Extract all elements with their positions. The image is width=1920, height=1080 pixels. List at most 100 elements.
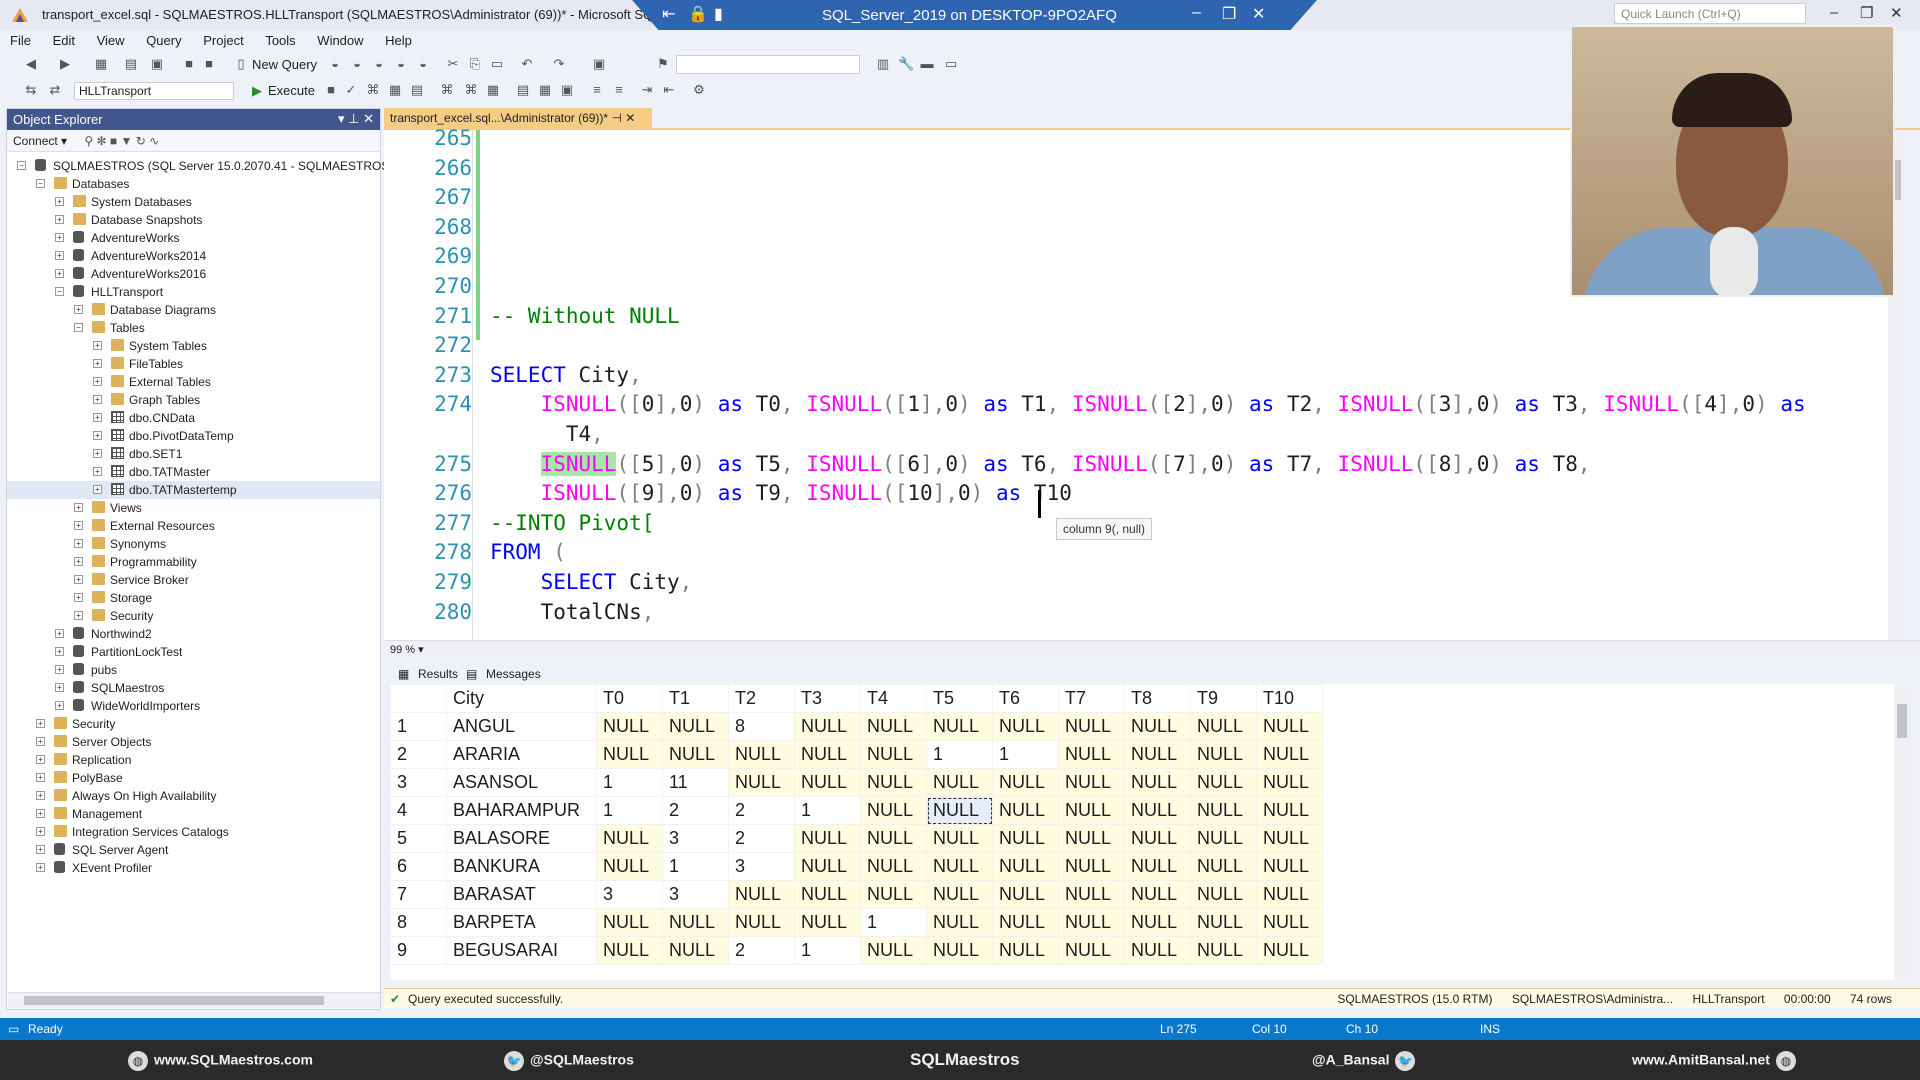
toolbox-icon[interactable]: ▬ — [920, 57, 934, 71]
new-project-icon[interactable]: ▦ — [94, 57, 108, 71]
expand-icon[interactable]: + — [74, 611, 83, 620]
value-cell[interactable]: 1 — [860, 908, 927, 937]
lock-icon[interactable]: 🔒 — [688, 4, 708, 24]
expand-icon[interactable]: + — [93, 395, 102, 404]
value-cell[interactable]: NULL — [794, 908, 861, 937]
code-line[interactable]: ISNULL([5],0) as T5, ISNULL([6],0) as T6… — [490, 450, 1591, 479]
value-cell[interactable]: NULL — [992, 768, 1059, 797]
value-cell[interactable]: NULL — [1190, 768, 1257, 797]
value-cell[interactable]: NULL — [1190, 796, 1257, 825]
properties-icon[interactable]: ▥ — [876, 57, 890, 71]
value-cell[interactable]: NULL — [992, 796, 1059, 825]
value-cell[interactable]: NULL — [1190, 712, 1257, 741]
results-grid[interactable]: City T0 T1 T2 T3 T4 T5 T6 T7 T8 T9 T10 1 ANGUL NULL NUL… — [390, 684, 1910, 980]
city-cell[interactable]: BEGUSARAI — [446, 936, 597, 965]
value-cell[interactable]: NULL — [1124, 936, 1191, 965]
tree-node[interactable]: + Views — [7, 499, 380, 517]
value-cell[interactable]: NULL — [1058, 768, 1125, 797]
code-line[interactable]: ISNULL([9],0) as T9, ISNULL([10],0) as T… — [490, 479, 1072, 508]
results-file-icon[interactable]: ▣ — [560, 83, 574, 97]
value-cell[interactable]: 3 — [728, 852, 795, 881]
menu-tools[interactable]: Tools — [255, 30, 303, 48]
value-cell[interactable]: NULL — [1256, 768, 1323, 797]
tree-node[interactable]: + Synonyms — [7, 535, 380, 553]
tree-node[interactable]: + System Databases — [7, 193, 380, 211]
comment-icon[interactable]: ≡ — [590, 83, 604, 97]
tree-node[interactable]: − Tables — [7, 319, 380, 337]
close-button[interactable]: ✕ — [1890, 4, 1903, 22]
value-cell[interactable]: 3 — [662, 824, 729, 853]
value-cell[interactable]: 2 — [662, 796, 729, 825]
expand-icon[interactable]: + — [74, 539, 83, 548]
tree-node[interactable]: + Service Broker — [7, 571, 380, 589]
tree-node[interactable]: + WideWorldImporters — [7, 697, 380, 715]
database-selector[interactable]: HLLTransport — [74, 82, 234, 100]
menu-file[interactable]: File — [0, 30, 39, 48]
value-cell[interactable]: 3 — [662, 880, 729, 909]
tree-node[interactable]: + Graph Tables — [7, 391, 380, 409]
column-header[interactable]: T5 — [926, 684, 993, 713]
tree-node[interactable]: − SQLMAESTROS (SQL Server 15.0.2070.41 - … — [7, 157, 411, 175]
row-number[interactable]: 5 — [390, 824, 447, 853]
expand-icon[interactable]: + — [55, 233, 64, 242]
expand-icon[interactable]: + — [93, 467, 102, 476]
row-number[interactable]: 8 — [390, 908, 447, 937]
minimize-button[interactable]: – — [1830, 4, 1838, 21]
code-line[interactable]: --INTO Pivot[ — [490, 509, 654, 538]
value-cell[interactable]: NULL — [1256, 908, 1323, 937]
value-cell[interactable]: NULL — [794, 768, 861, 797]
value-cell[interactable]: 1 — [596, 796, 663, 825]
city-cell[interactable]: ASANSOL — [446, 768, 597, 797]
expand-icon[interactable]: + — [36, 755, 45, 764]
value-cell[interactable]: NULL — [860, 824, 927, 853]
value-cell[interactable]: NULL — [728, 908, 795, 937]
expand-icon[interactable]: + — [36, 773, 45, 782]
close-panel-icon[interactable]: ▾ ⊥ ✕ — [338, 111, 374, 127]
maximize-button[interactable]: ❐ — [1860, 4, 1873, 22]
db-query-icon[interactable]: ◒ — [328, 57, 342, 71]
client-stats-icon[interactable]: ▦ — [486, 83, 500, 97]
value-cell[interactable]: NULL — [728, 880, 795, 909]
expand-icon[interactable]: + — [93, 431, 102, 440]
menu-window[interactable]: Window — [307, 30, 371, 48]
value-cell[interactable]: NULL — [1058, 908, 1125, 937]
wrench-icon[interactable]: 🔧 — [898, 57, 914, 71]
include-plan-icon[interactable]: ⌘ — [440, 83, 454, 97]
column-header[interactable]: City — [446, 684, 597, 713]
value-cell[interactable]: NULL — [1058, 740, 1125, 769]
expand-icon[interactable]: + — [55, 251, 64, 260]
value-cell[interactable]: NULL — [1190, 936, 1257, 965]
value-cell[interactable]: NULL — [860, 740, 927, 769]
rdp-minimize-icon[interactable]: – — [1192, 4, 1201, 22]
value-cell[interactable]: NULL — [1256, 936, 1323, 965]
city-cell[interactable]: BALASORE — [446, 824, 597, 853]
expand-icon[interactable]: + — [93, 449, 102, 458]
tree-node[interactable]: + dbo.TATMaster — [7, 463, 380, 481]
das-query-icon[interactable]: ◒ — [416, 57, 430, 71]
display-plan-icon[interactable]: ⌘ — [366, 83, 380, 97]
expand-icon[interactable]: + — [93, 341, 102, 350]
tree-node[interactable]: + Always On High Availability — [7, 787, 380, 805]
menu-edit[interactable]: Edit — [43, 30, 83, 48]
value-cell[interactable]: 1 — [662, 852, 729, 881]
value-cell[interactable]: 1 — [794, 936, 861, 965]
value-cell[interactable]: NULL — [596, 824, 663, 853]
expand-icon[interactable]: + — [55, 683, 64, 692]
zoom-chevron-icon[interactable]: ▾ — [418, 644, 424, 656]
expand-icon[interactable]: + — [55, 629, 64, 638]
query-designer-icon[interactable]: ▦ — [388, 83, 402, 97]
tree-node[interactable]: + FileTables — [7, 355, 380, 373]
tree-node[interactable]: + AdventureWorks — [7, 229, 380, 247]
expand-icon[interactable]: + — [93, 413, 102, 422]
tree-node[interactable]: + Management — [7, 805, 380, 823]
tree-node[interactable]: + Integration Services Catalogs — [7, 823, 380, 841]
collapse-icon[interactable]: − — [17, 161, 26, 170]
new-query-button[interactable]: New Query — [252, 57, 317, 72]
expand-icon[interactable]: + — [93, 359, 102, 368]
value-cell[interactable]: NULL — [926, 908, 993, 937]
value-cell[interactable]: 1 — [794, 796, 861, 825]
value-cell[interactable]: NULL — [1190, 852, 1257, 881]
specify-values-icon[interactable]: ⚙ — [692, 83, 706, 97]
cut-icon[interactable]: ✂ — [446, 57, 460, 71]
results-to-icon[interactable]: ▤ — [410, 83, 424, 97]
